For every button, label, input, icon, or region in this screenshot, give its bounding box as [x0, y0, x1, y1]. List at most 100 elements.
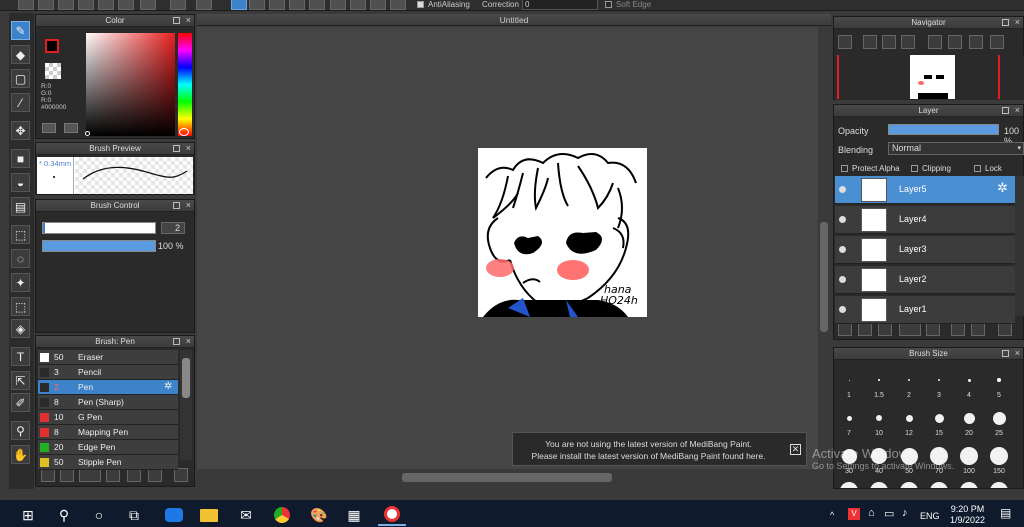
brush-size-dot[interactable] — [990, 447, 1008, 465]
brush-settings-gear-icon[interactable]: ✲ — [164, 380, 172, 394]
calculator-icon[interactable]: ▦ — [340, 504, 368, 526]
save-icon[interactable] — [78, 0, 94, 10]
brush-size-value[interactable]: 2 — [161, 222, 185, 234]
eyedropper-tool-icon[interactable]: ⚲ — [11, 421, 30, 440]
text-tool-icon[interactable]: T — [11, 347, 30, 366]
brush-size-dot[interactable] — [840, 482, 858, 488]
color-picker-handle[interactable] — [85, 131, 90, 136]
hand-tool-icon[interactable]: ✋ — [11, 445, 30, 464]
rotate-left-icon[interactable] — [928, 35, 942, 49]
brush-menu-icon[interactable] — [79, 468, 101, 482]
network-icon[interactable]: ⌂ — [868, 507, 875, 519]
snap-radial-icon[interactable] — [309, 0, 325, 10]
clipping-checkbox[interactable] — [911, 165, 918, 172]
brush-size-dot[interactable] — [876, 415, 882, 421]
zoom-in-icon[interactable] — [838, 35, 852, 49]
panel-popout-icon[interactable] — [173, 338, 180, 345]
vertical-scroll-thumb[interactable] — [820, 222, 828, 332]
brush-size-dot[interactable] — [878, 379, 880, 381]
brush-size-dot[interactable] — [934, 413, 944, 423]
move-tool-icon[interactable]: ✥ — [11, 121, 30, 140]
panel-popout-icon[interactable] — [1002, 107, 1009, 114]
brush-item[interactable]: 20 Edge Pen — [38, 440, 178, 455]
operation-tool-icon[interactable]: ⇱ — [11, 371, 30, 390]
color-wheel-icon[interactable] — [42, 123, 56, 133]
tray-chevron-icon[interactable]: ^ — [830, 510, 834, 520]
brush-size-dot[interactable] — [848, 379, 850, 381]
new-file-icon[interactable] — [18, 0, 34, 10]
brush-size-dot[interactable] — [870, 482, 888, 488]
brush-size-dot[interactable] — [990, 482, 1008, 488]
panel-popout-icon[interactable] — [1002, 19, 1009, 26]
battery-icon[interactable]: ▭ — [884, 507, 894, 520]
new-brush-icon[interactable] — [60, 468, 74, 482]
snap-settings-icon[interactable] — [390, 0, 406, 10]
layer-folder-icon[interactable] — [926, 322, 940, 336]
vertical-scrollbar[interactable] — [818, 27, 830, 469]
search-icon[interactable]: ⚲ — [50, 504, 78, 526]
brush-size-dot[interactable] — [846, 415, 852, 421]
tray-app-icon[interactable]: V — [848, 508, 860, 520]
layer-row[interactable]: Layer4 — [835, 206, 1015, 234]
brush-size-dot[interactable] — [900, 482, 918, 488]
layer-visibility-icon[interactable] — [839, 246, 846, 253]
chrome-icon[interactable] — [268, 504, 296, 526]
brush-size-dot[interactable] — [937, 378, 941, 382]
redo-icon[interactable] — [196, 0, 212, 10]
layer-visibility-icon[interactable] — [839, 306, 846, 313]
dot-tool-icon[interactable]: ▢ — [11, 69, 30, 88]
lasso-tool-icon[interactable]: ◌ — [11, 249, 30, 268]
select-pen-tool-icon[interactable]: ⬚ — [11, 297, 30, 316]
rotate-right-icon[interactable] — [969, 35, 983, 49]
transparent-swatch[interactable] — [45, 63, 61, 79]
export-icon[interactable] — [118, 0, 134, 10]
close-icon[interactable]: × — [186, 14, 191, 26]
medibang-icon[interactable] — [378, 504, 406, 526]
close-icon[interactable]: × — [186, 335, 191, 347]
fill-rect-tool-icon[interactable]: ■ — [11, 149, 30, 168]
reset-view-icon[interactable] — [948, 35, 962, 49]
layer-row[interactable]: Layer3 — [835, 236, 1015, 264]
layer-visibility-icon[interactable] — [839, 186, 846, 193]
brush-item[interactable]: 50 Eraser — [38, 350, 178, 365]
select-eraser-tool-icon[interactable]: ◈ — [11, 319, 30, 338]
pen-tool-icon[interactable]: ⁄ — [11, 93, 30, 112]
horizontal-scrollbar[interactable] — [197, 469, 818, 485]
layer-row[interactable]: Layer2 — [835, 266, 1015, 294]
panel-popout-icon[interactable] — [173, 17, 180, 24]
panel-popout-icon[interactable] — [173, 202, 180, 209]
open-file-icon[interactable] — [38, 0, 54, 10]
bucket-tool-icon[interactable]: ◒ — [11, 173, 30, 192]
brush-size-dot[interactable] — [960, 482, 978, 488]
artwork-canvas[interactable]: hana HO24h — [478, 148, 647, 317]
brush-folder-icon[interactable] — [127, 468, 141, 482]
lock-checkbox[interactable] — [974, 165, 981, 172]
file-explorer-icon[interactable] — [195, 504, 223, 526]
eraser-tool-icon[interactable]: ◆ — [11, 45, 30, 64]
brush-list-scrollbar[interactable] — [180, 350, 192, 460]
delete-brush-icon[interactable] — [174, 468, 188, 482]
soft-edge-checkbox[interactable] — [605, 1, 612, 8]
layer-settings-gear-icon[interactable]: ✲ — [997, 180, 1008, 196]
close-icon[interactable]: × — [186, 199, 191, 211]
cloud-icon[interactable] — [58, 0, 74, 10]
close-icon[interactable]: × — [1015, 104, 1020, 116]
add-layer-icon[interactable] — [838, 322, 852, 336]
brush-size-dot[interactable] — [908, 379, 910, 381]
correction-select[interactable]: 0 — [522, 0, 598, 10]
snap-angle-icon[interactable] — [289, 0, 305, 10]
file-icon[interactable] — [98, 0, 114, 10]
fit-icon[interactable] — [882, 35, 896, 49]
zoom-out-icon[interactable] — [863, 35, 877, 49]
language-indicator[interactable]: ENG — [920, 511, 940, 521]
brush-item[interactable]: 8 Mapping Pen — [38, 425, 178, 440]
brush-size-dot[interactable] — [967, 378, 971, 382]
snap-parallel-icon[interactable] — [249, 0, 265, 10]
close-icon[interactable]: × — [1015, 16, 1020, 28]
brush-size-dot[interactable] — [992, 411, 1006, 425]
brush-size-dot[interactable] — [997, 378, 1001, 382]
brush-tool-icon[interactable]: ✎ — [11, 21, 30, 40]
layer-opacity-slider[interactable] — [888, 124, 999, 135]
task-view-icon[interactable]: ⧉ — [120, 504, 148, 526]
snap-curve-icon[interactable] — [350, 0, 366, 10]
